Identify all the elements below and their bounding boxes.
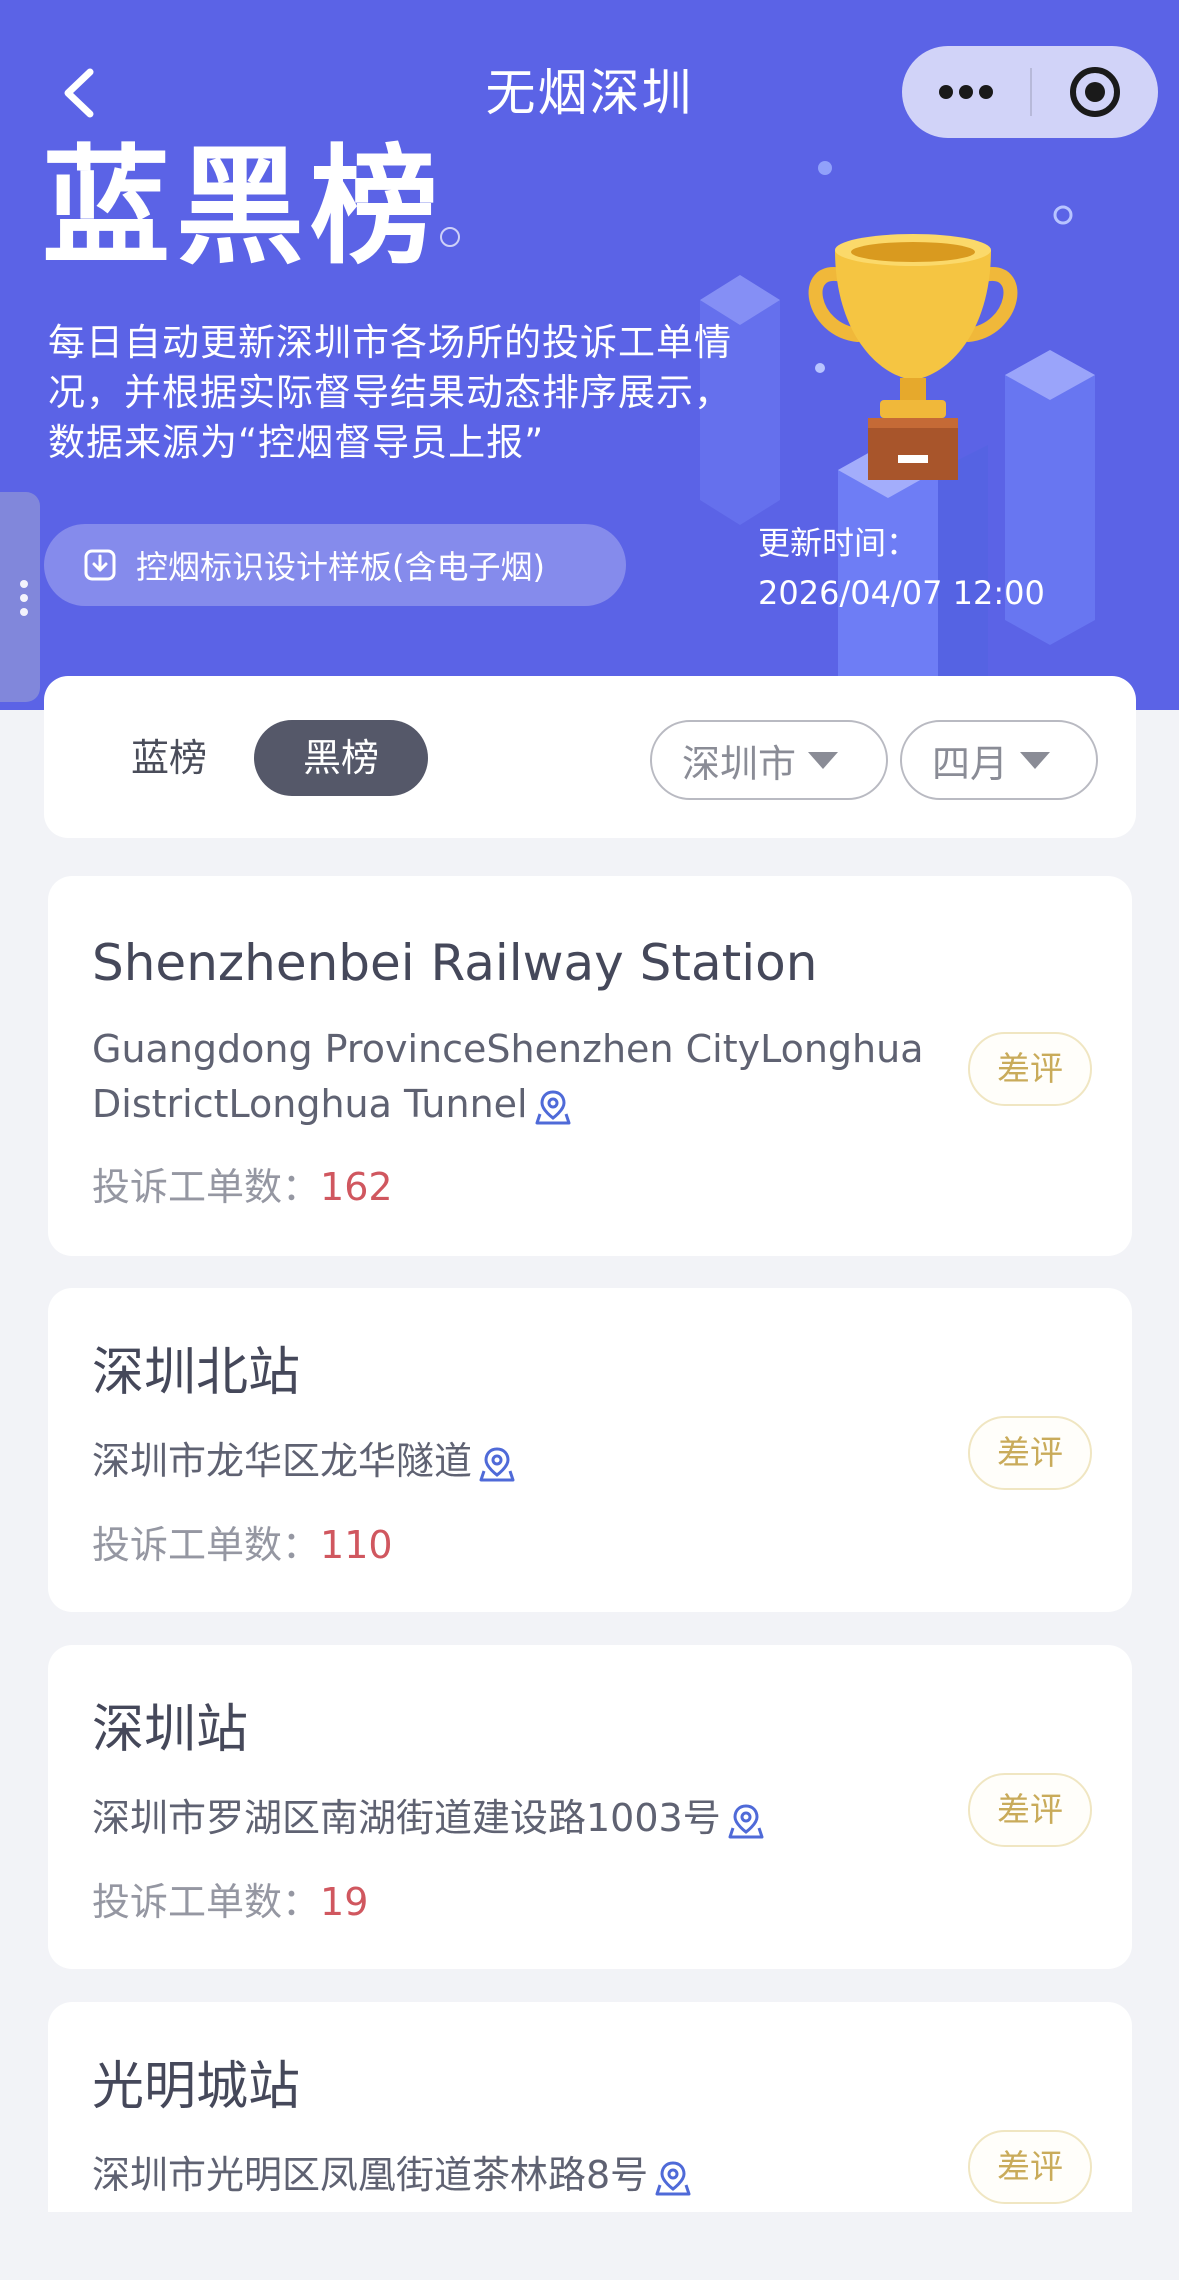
location-pin-icon[interactable] xyxy=(478,1445,516,1483)
handle-dot xyxy=(20,580,28,588)
complaint-count-value: 19 xyxy=(320,1880,369,1924)
mini-program-capsule xyxy=(902,46,1158,138)
complaint-count-label: 投诉工单数： xyxy=(92,1165,321,1209)
list-item[interactable]: 深圳北站 深圳市龙华区龙华隧道 投诉工单数：110 差评 xyxy=(48,1288,1132,1612)
hero-banner: 无烟深圳 蓝黑榜 每日自动更新深圳市各场所的投诉工单情况，并根据实际督导结果动态… xyxy=(0,0,1179,710)
tab-black-list[interactable]: 黑榜 xyxy=(254,720,428,796)
rating-badge: 差评 xyxy=(968,1032,1092,1106)
template-download-button[interactable]: 控烟标识设计样板(含电子烟) xyxy=(44,524,626,606)
dropdown-triangle-icon xyxy=(808,751,839,769)
rating-badge: 差评 xyxy=(968,2130,1092,2204)
complaint-count: 投诉工单数：162 xyxy=(92,1160,393,1215)
list-item[interactable]: Shenzhenbei Railway Station Guangdong Pr… xyxy=(48,876,1132,1256)
list-item[interactable]: 光明城站 深圳市光明区凤凰街道茶林路8号 差评 xyxy=(48,2002,1132,2212)
complaint-count: 投诉工单数：110 xyxy=(92,1518,393,1573)
mini-program-close-icon xyxy=(1070,67,1120,117)
place-address: 深圳市罗湖区南湖街道建设路1003号 xyxy=(92,1791,982,1846)
download-icon xyxy=(84,549,116,581)
complaint-count-value: 162 xyxy=(320,1165,393,1209)
dropdown-triangle-icon xyxy=(1020,751,1051,769)
place-name: 深圳站 xyxy=(92,1700,249,1760)
rating-badge: 差评 xyxy=(968,1416,1092,1490)
rating-badge: 差评 xyxy=(968,1773,1092,1847)
place-name: Shenzhenbei Railway Station xyxy=(92,934,818,992)
place-name: 光明城站 xyxy=(92,2057,301,2117)
location-pin-icon[interactable] xyxy=(534,1088,572,1126)
tab-blue-list[interactable]: 蓝榜 xyxy=(114,720,224,796)
location-pin-icon[interactable] xyxy=(654,2159,692,2197)
handle-dot xyxy=(20,608,28,616)
trophy-illustration xyxy=(808,234,1018,480)
list-item[interactable]: 深圳站 深圳市罗湖区南湖街道建设路1003号 投诉工单数：19 差评 xyxy=(48,1645,1132,1969)
side-drawer-handle[interactable] xyxy=(0,492,40,702)
complaint-count: 投诉工单数：19 xyxy=(92,1875,368,1930)
filter-bar: 蓝榜 黑榜 深圳市 四月 xyxy=(44,676,1136,838)
place-address: 深圳市龙华区龙华隧道 xyxy=(92,1434,982,1489)
more-button[interactable] xyxy=(902,46,1030,138)
city-dropdown-value: 深圳市 xyxy=(682,741,797,786)
place-address-text: 深圳市龙华区龙华隧道 xyxy=(92,1439,473,1483)
more-dots-icon xyxy=(939,85,993,99)
month-dropdown[interactable]: 四月 xyxy=(900,720,1098,800)
location-pin-icon[interactable] xyxy=(727,1802,765,1840)
handle-dot xyxy=(20,594,28,602)
close-button[interactable] xyxy=(1032,46,1158,138)
hero-description: 每日自动更新深圳市各场所的投诉工单情况，并根据实际督导结果动态排序展示，数据来源… xyxy=(48,321,732,464)
place-address-text: 深圳市光明区凤凰街道茶林路8号 xyxy=(92,2153,649,2197)
complaint-count-value: 110 xyxy=(320,1523,393,1567)
update-time: 2026/04/07 12:00 xyxy=(758,574,1045,612)
update-info: 更新时间： 2026/04/07 12:00 xyxy=(758,518,1045,618)
page: 无烟深圳 蓝黑榜 每日自动更新深圳市各场所的投诉工单情况，并根据实际督导结果动态… xyxy=(0,0,1179,2280)
complaint-count-label: 投诉工单数： xyxy=(92,1523,321,1567)
place-address-text: Guangdong ProvinceShenzhen CityLonghua D… xyxy=(92,1027,924,1126)
city-dropdown[interactable]: 深圳市 xyxy=(650,720,888,800)
place-address-text: 深圳市罗湖区南湖街道建设路1003号 xyxy=(92,1796,721,1840)
update-label: 更新时间： xyxy=(758,524,919,562)
page-big-title: 蓝黑榜 xyxy=(42,133,445,282)
complaint-count-label: 投诉工单数： xyxy=(92,1880,321,1924)
place-address: Guangdong ProvinceShenzhen CityLonghua D… xyxy=(92,1022,982,1132)
place-address: 深圳市光明区凤凰街道茶林路8号 xyxy=(92,2148,982,2203)
place-name: 深圳北站 xyxy=(92,1343,301,1403)
month-dropdown-value: 四月 xyxy=(932,741,1009,786)
template-download-label: 控烟标识设计样板(含电子烟) xyxy=(136,548,545,586)
